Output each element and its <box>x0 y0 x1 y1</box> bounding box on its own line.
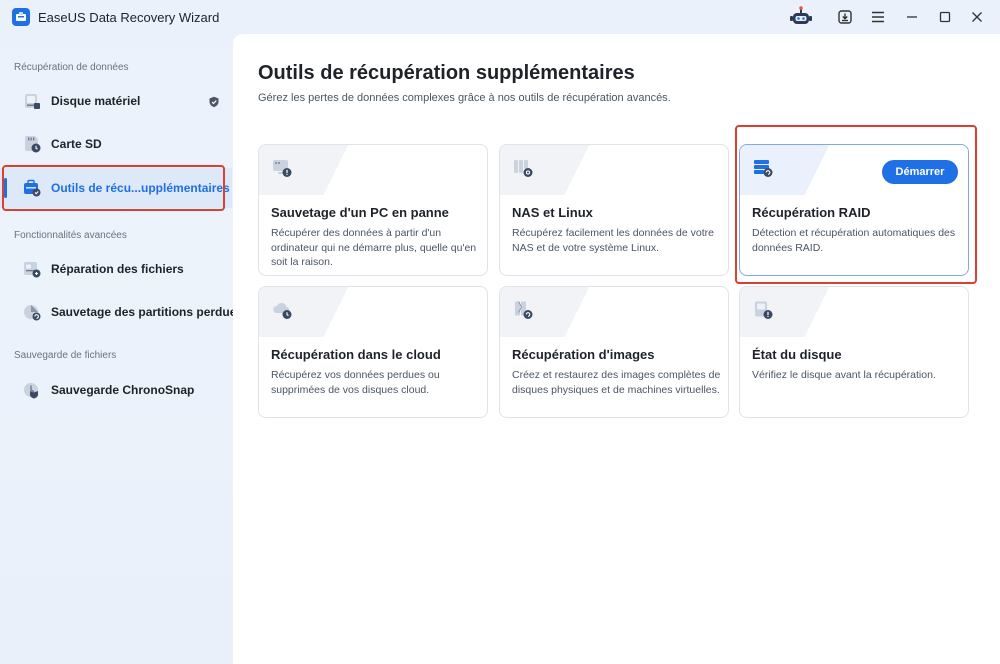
sidebar-item-chronosnap[interactable]: Sauvegarde ChronoSnap <box>0 370 232 410</box>
raid-icon <box>752 157 774 179</box>
active-indicator <box>4 178 7 198</box>
card-decoration <box>500 145 590 195</box>
page-title: Outils de récupération supplémentaires <box>258 62 635 84</box>
card-title: Récupération dans le cloud <box>271 347 441 362</box>
section-label-data-recovery: Récupération de données <box>14 62 129 73</box>
crashed-pc-icon <box>271 157 293 179</box>
card-title: Récupération d'images <box>512 347 655 362</box>
card-decoration <box>259 145 349 195</box>
card-description: Créez et restaurez des images complètes … <box>512 369 721 396</box>
maximize-icon[interactable] <box>934 6 956 28</box>
card-description: Vérifiez le disque avant la récupération… <box>752 369 936 381</box>
start-button[interactable]: Démarrer <box>882 160 958 184</box>
page-subtitle: Gérez les pertes de données complexes gr… <box>258 92 671 104</box>
tool-card-raid-recovery[interactable]: Démarrer Récupération RAID Détection et … <box>739 144 969 276</box>
section-label-file-backup: Sauvegarde de fichiers <box>14 350 117 361</box>
menu-icon[interactable] <box>867 6 889 28</box>
file-repair-icon <box>22 259 42 279</box>
app-logo-icon <box>12 8 30 26</box>
sidebar-item-additional-tools[interactable]: Outils de récu...upplémentaires <box>0 168 232 208</box>
download-icon[interactable] <box>834 6 856 28</box>
card-title: État du disque <box>752 347 842 362</box>
shield-icon <box>208 95 220 108</box>
card-description: Récupérez facilement les données de votr… <box>512 227 714 254</box>
title-bar: EaseUS Data Recovery Wizard <box>0 0 1000 34</box>
card-decoration <box>740 287 830 337</box>
tool-card-disk-health[interactable]: État du disque Vérifiez le disque avant … <box>739 286 969 418</box>
disk-image-icon <box>512 299 534 321</box>
card-description: Récupérer des données à partir d'un ordi… <box>271 227 477 268</box>
sidebar-item-label: Carte SD <box>51 137 102 151</box>
sidebar-item-label: Réparation des fichiers <box>51 262 184 276</box>
sidebar-item-lost-partitions[interactable]: Sauvetage des partitions perdues <box>0 292 243 332</box>
hard-disk-icon <box>22 91 42 111</box>
sidebar-item-label: Outils de récu...upplémentaires <box>51 181 230 195</box>
card-decoration <box>259 287 349 337</box>
sidebar-item-label: Disque matériel <box>51 94 141 108</box>
chronosnap-icon <box>22 380 42 400</box>
card-title: Sauvetage d'un PC en panne <box>271 205 449 220</box>
section-label-advanced: Fonctionnalités avancées <box>14 230 127 241</box>
card-title: NAS et Linux <box>512 205 593 220</box>
sidebar-item-sd-card[interactable]: Carte SD <box>0 124 232 164</box>
tool-card-cloud-recovery[interactable]: Récupération dans le cloud Récupérez vos… <box>258 286 488 418</box>
disk-health-icon <box>752 299 774 321</box>
cloud-icon <box>271 299 293 321</box>
robot-support-icon[interactable] <box>786 2 816 32</box>
sidebar-item-file-repair[interactable]: Réparation des fichiers <box>0 249 232 289</box>
card-description: Récupérez vos données perdues ou supprim… <box>271 369 440 396</box>
card-decoration <box>500 287 590 337</box>
sidebar: Récupération de données Disque matériel … <box>0 34 243 664</box>
tool-card-nas-linux[interactable]: NAS et Linux Récupérez facilement les do… <box>499 144 729 276</box>
app-title: EaseUS Data Recovery Wizard <box>38 10 220 25</box>
main-panel: Outils de récupération supplémentaires G… <box>233 34 1000 664</box>
tools-icon <box>22 178 42 198</box>
minimize-icon[interactable] <box>901 6 923 28</box>
close-icon[interactable] <box>966 6 988 28</box>
sidebar-item-label: Sauvetage des partitions perdues <box>51 305 244 319</box>
tool-card-image-recovery[interactable]: Récupération d'images Créez et restaurez… <box>499 286 729 418</box>
card-description: Détection et récupération automatiques d… <box>752 227 956 254</box>
sidebar-item-hard-disk[interactable]: Disque matériel <box>0 81 232 121</box>
nas-icon <box>512 157 534 179</box>
card-title: Récupération RAID <box>752 205 871 220</box>
sidebar-item-label: Sauvegarde ChronoSnap <box>51 383 195 397</box>
partition-icon <box>22 302 42 322</box>
sd-card-icon <box>22 134 42 154</box>
tool-card-crashed-pc[interactable]: Sauvetage d'un PC en panne Récupérer des… <box>258 144 488 276</box>
